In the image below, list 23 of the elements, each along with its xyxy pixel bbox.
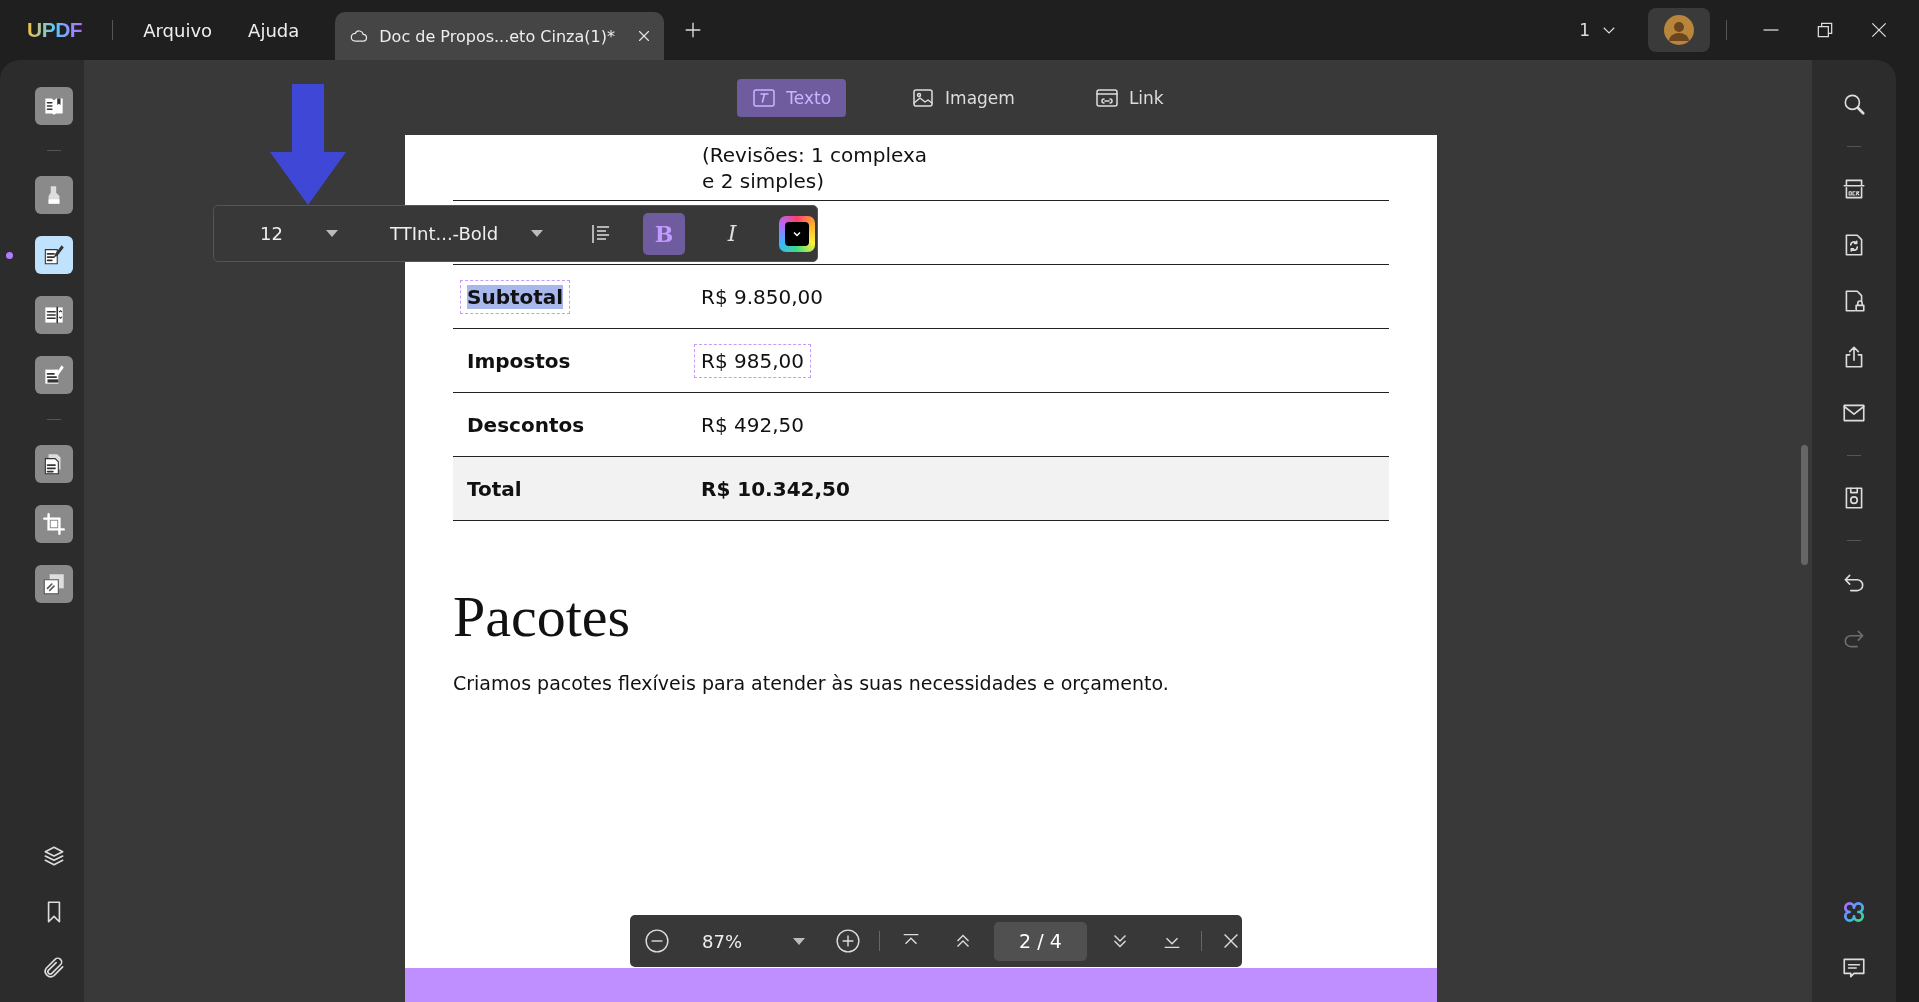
zoom-dropdown[interactable]: 87% <box>696 929 811 953</box>
cell-text: e 2 simples) <box>702 167 825 194</box>
cell-text: (Revisões: 1 complexa <box>702 141 929 168</box>
page-number-field[interactable]: 2 / 4 <box>993 921 1088 961</box>
edit-mode-tab[interactable]: Link <box>1079 78 1179 117</box>
row-value[interactable]: R$ 9.850,00 <box>694 279 831 314</box>
row-label[interactable]: Descontos <box>460 407 592 442</box>
row-label[interactable]: Impostos <box>460 343 578 378</box>
menu-item[interactable]: Ajuda <box>240 15 308 45</box>
font-size-dropdown[interactable]: 12 <box>254 222 344 245</box>
row-value[interactable]: R$ 985,00 <box>694 343 811 378</box>
font-dropdown[interactable]: TTInt...-Bold <box>384 222 549 245</box>
edit-mode-tab[interactable]: Imagem <box>896 78 1030 117</box>
document-tab[interactable]: Doc de Propos...eto Cinza(1)* <box>335 12 665 60</box>
row-label[interactable]: Total <box>460 471 529 506</box>
menu-item[interactable]: Arquivo <box>135 15 221 45</box>
italic-button[interactable]: I <box>711 212 753 255</box>
row-value[interactable]: R$ 492,50 <box>694 407 811 442</box>
page-dropdown[interactable]: 1 <box>1573 19 1624 41</box>
paragraph: Criamos pacotes flexíveis para atender às suas necessidades e orçamento. <box>453 672 1170 694</box>
row-label[interactable]: Subtotal <box>460 279 571 314</box>
row-value[interactable]: R$ 10.342,50 <box>694 471 857 506</box>
section-heading: Pacotes <box>453 583 632 650</box>
